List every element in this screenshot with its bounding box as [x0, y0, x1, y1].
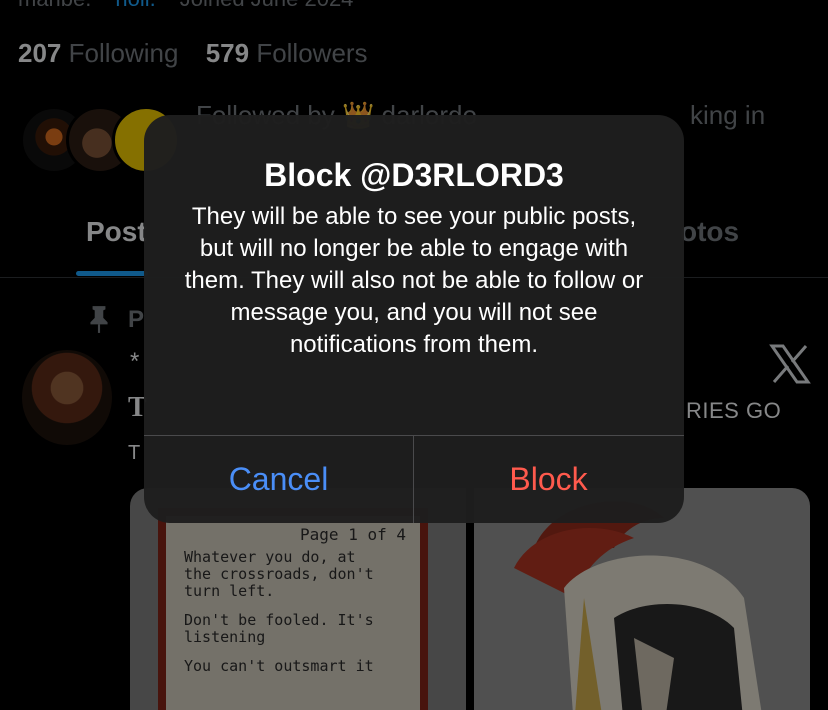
- cancel-button[interactable]: Cancel: [144, 436, 413, 523]
- block-alert-dialog: Block @D3RLORD3 They will be able to see…: [144, 115, 684, 523]
- alert-message: They will be able to see your public pos…: [184, 203, 644, 358]
- block-button[interactable]: Block: [414, 436, 683, 523]
- alert-title: Block @D3RLORD3: [264, 157, 564, 193]
